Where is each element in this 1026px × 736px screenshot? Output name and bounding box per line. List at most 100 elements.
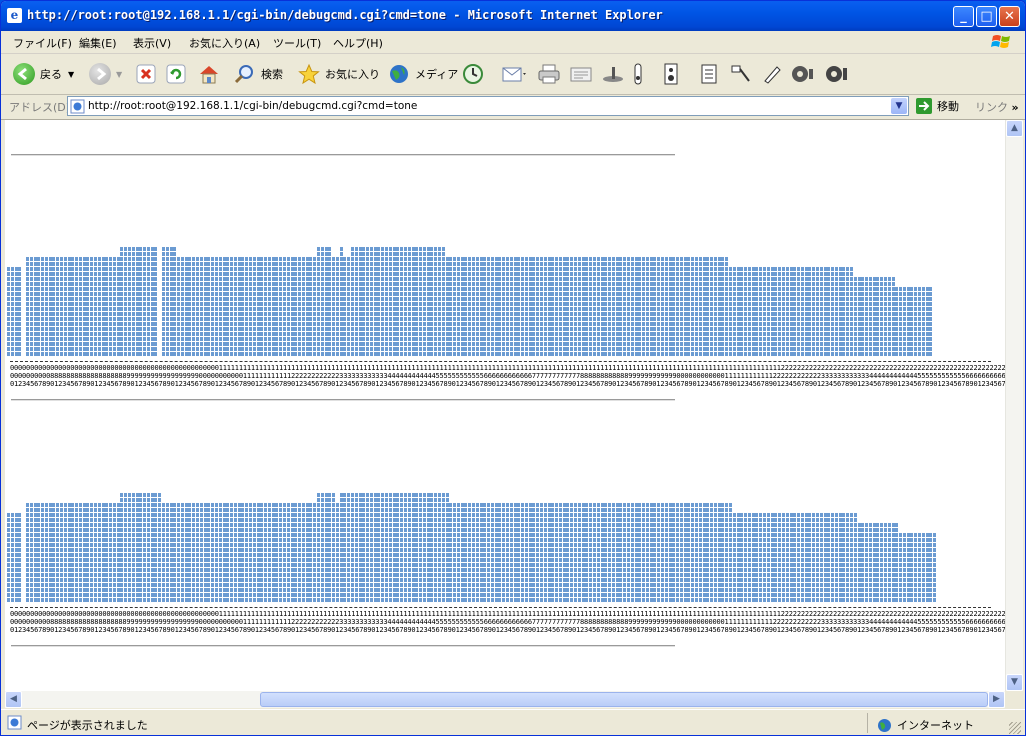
chart-bar — [67, 503, 71, 603]
forward-button[interactable]: ▼ — [89, 60, 122, 88]
chart-bar — [868, 523, 872, 603]
menu-help[interactable]: ヘルプ(H) — [333, 35, 383, 51]
favorites-button[interactable]: お気に入り — [297, 60, 380, 88]
chart-bar — [676, 503, 680, 603]
chart-bar — [396, 493, 400, 603]
chart-bar — [933, 533, 937, 603]
address-input[interactable]: http://root:root@192.168.1.1/cgi-bin/deb… — [67, 96, 909, 116]
resize-grip[interactable] — [1009, 722, 1021, 734]
refresh-button[interactable] — [165, 60, 187, 88]
tool-button-3[interactable] — [789, 60, 815, 88]
back-button[interactable]: 戻る ▼ — [13, 60, 74, 88]
chart-bar — [267, 503, 271, 603]
chart-bar — [914, 533, 918, 603]
chart-bar — [589, 503, 593, 603]
messenger-button[interactable] — [601, 60, 625, 88]
back-label: 戻る — [40, 68, 62, 81]
chart-bar — [305, 503, 309, 603]
title-bar[interactable]: e http://root:root@192.168.1.1/cgi-bin/d… — [1, 1, 1025, 31]
chart-bar — [245, 503, 249, 603]
settings-gear-icon — [826, 66, 847, 82]
chart-bar — [880, 523, 884, 603]
media-label: メディア — [415, 68, 459, 81]
chart-bar — [498, 503, 502, 603]
go-arrow-icon — [916, 98, 932, 114]
size-button[interactable] — [663, 60, 679, 88]
chart-bar — [471, 503, 475, 603]
links-button[interactable]: リンク » — [975, 99, 1019, 115]
standard-toolbar: 戻る ▼ ▼ 検索 お気に入り メディア — [1, 54, 1025, 95]
scroll-right-icon[interactable]: ▶ — [988, 691, 1005, 708]
close-button[interactable]: ✕ — [999, 6, 1020, 27]
chart-bar — [823, 513, 827, 603]
tool-button-4[interactable] — [823, 60, 849, 88]
chart-bar — [710, 503, 714, 603]
chart-bar — [475, 503, 479, 603]
vertical-scrollbar[interactable]: ▲ ▼ — [1005, 120, 1023, 691]
home-button[interactable] — [197, 60, 221, 88]
horizontal-scroll-thumb[interactable] — [260, 692, 988, 707]
history-button[interactable] — [461, 60, 485, 88]
chart-bar — [411, 493, 415, 603]
calculator-button[interactable] — [699, 60, 719, 88]
chart-bar — [237, 503, 241, 603]
chart-bar — [400, 493, 404, 603]
chart-bar — [173, 503, 177, 603]
chart-bar — [653, 503, 657, 603]
go-button[interactable]: 移動 — [915, 97, 959, 115]
minimize-button[interactable]: _ — [953, 6, 974, 27]
print-button[interactable] — [537, 60, 561, 88]
chart-bar — [324, 493, 328, 603]
chart-bar — [82, 503, 86, 603]
chart-bar — [921, 533, 925, 603]
back-dropdown-icon[interactable]: ▼ — [68, 70, 74, 79]
address-dropdown-icon[interactable]: ▼ — [891, 98, 907, 114]
chart-bar — [271, 503, 275, 603]
media-button[interactable]: メディア — [387, 60, 458, 88]
menu-tools[interactable]: ツール(T) — [273, 35, 321, 51]
menu-view[interactable]: 表示(V) — [133, 35, 171, 51]
scroll-down-icon[interactable]: ▼ — [1006, 674, 1023, 691]
forward-dropdown-icon[interactable]: ▼ — [116, 70, 122, 79]
chart-bar — [827, 513, 831, 603]
chart-bar — [751, 513, 755, 603]
chart-bar — [233, 503, 237, 603]
chart-bar — [211, 503, 215, 603]
chart-bar — [687, 503, 691, 603]
chart-bar — [460, 503, 464, 603]
chart-bar — [445, 493, 449, 603]
baseline-divider — [10, 607, 991, 608]
chart-bar — [18, 513, 22, 603]
chart-bar — [672, 503, 676, 603]
search-button[interactable]: 検索 — [233, 60, 283, 88]
chart-bar — [112, 503, 116, 603]
chart-bar — [630, 503, 634, 603]
window-title: http://root:root@192.168.1.1/cgi-bin/deb… — [27, 8, 663, 22]
horizontal-scrollbar[interactable]: ◀ ▶ — [5, 691, 1005, 708]
chart-bar — [449, 503, 453, 603]
pencil-icon — [764, 66, 781, 84]
chart-bar — [369, 493, 373, 603]
edit-button[interactable] — [569, 60, 593, 88]
menu-file[interactable]: ファイル(F) — [13, 35, 72, 51]
menu-favorites[interactable]: お気に入り(A) — [189, 35, 260, 51]
research-button[interactable] — [631, 60, 645, 88]
chart-bar — [740, 513, 744, 603]
maximize-button[interactable]: □ — [976, 6, 997, 27]
scroll-up-icon[interactable]: ▲ — [1006, 120, 1023, 137]
stop-button[interactable] — [135, 60, 157, 88]
internet-globe-icon — [878, 718, 891, 732]
chart-bar — [785, 513, 789, 603]
chart-bar — [626, 503, 630, 603]
scroll-left-icon[interactable]: ◀ — [5, 691, 22, 708]
menu-edit[interactable]: 編集(E) — [79, 35, 117, 51]
chart-bar — [388, 493, 392, 603]
tool-button-2[interactable] — [761, 60, 783, 88]
zone-label: インターネット — [897, 719, 974, 732]
chart-bar — [309, 503, 313, 603]
chart-bar — [419, 493, 422, 603]
chart-bar — [120, 493, 124, 603]
mail-button[interactable] — [501, 60, 527, 88]
go-label: 移動 — [937, 100, 959, 113]
tool-button-1[interactable] — [729, 60, 753, 88]
